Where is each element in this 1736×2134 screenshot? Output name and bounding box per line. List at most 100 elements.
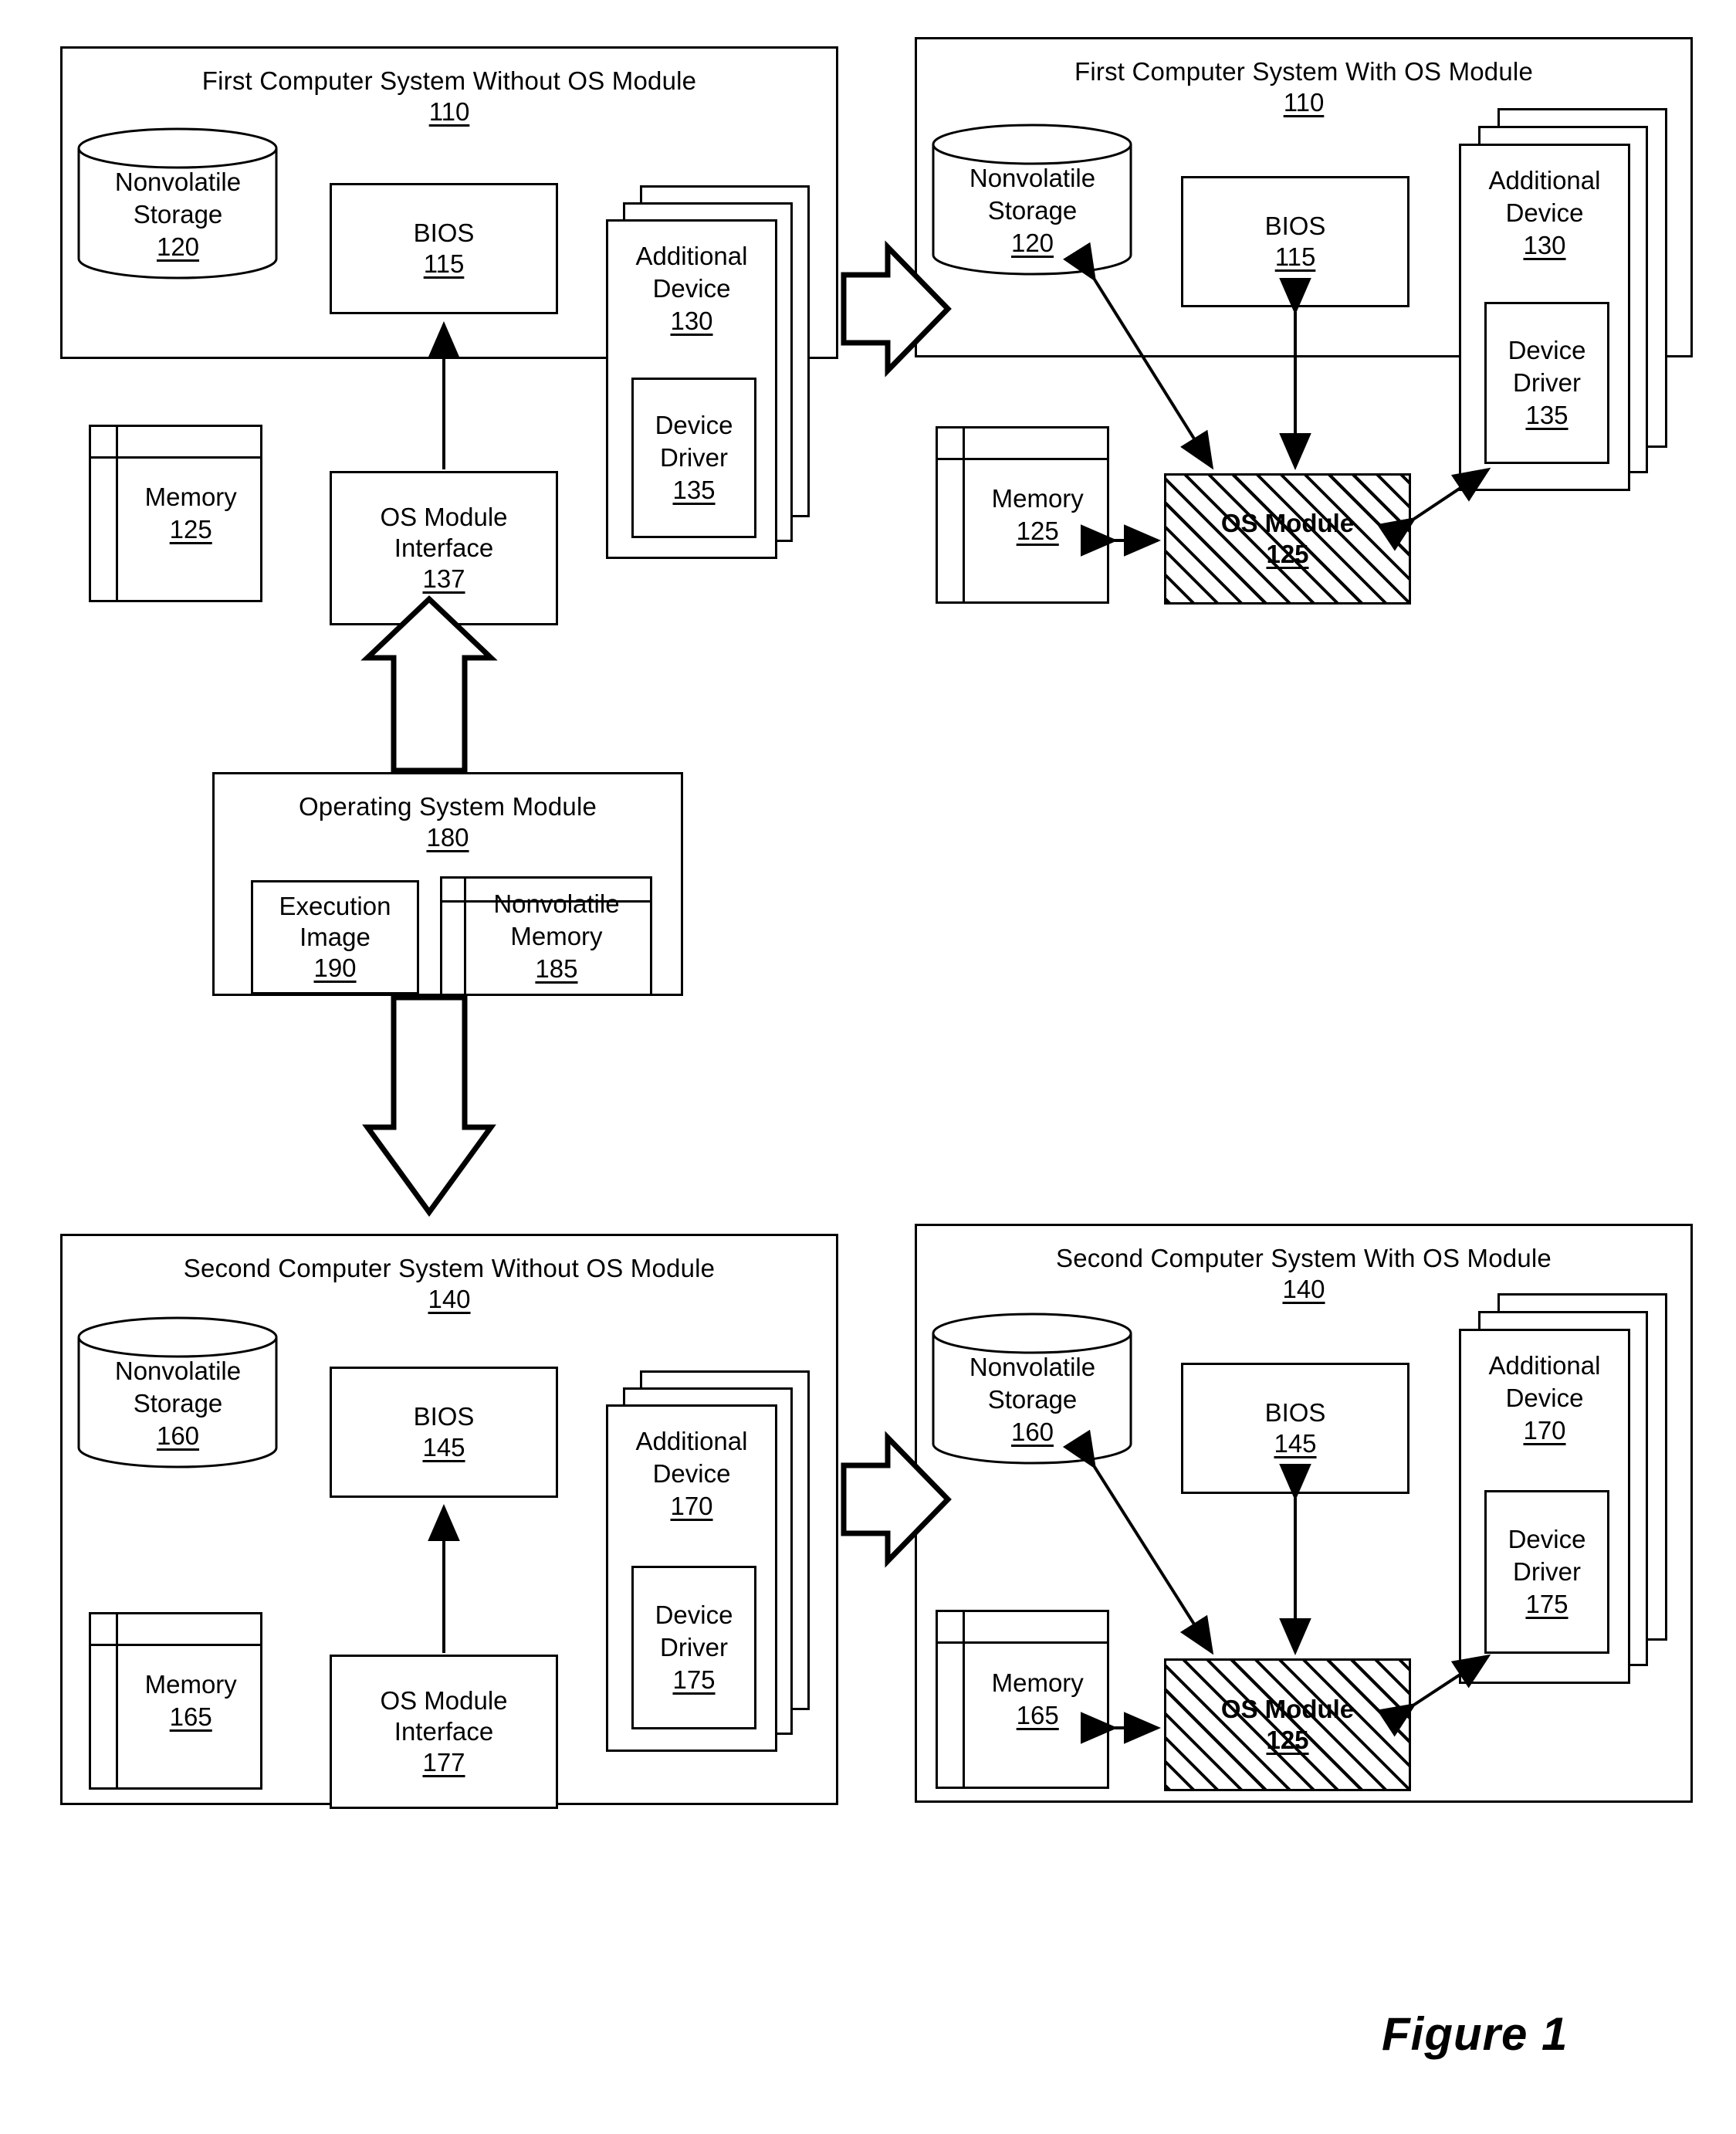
bios-label-second-with: BIOS [1264, 1398, 1326, 1427]
system-title-second-with: Second Computer System With OS Module [1056, 1244, 1552, 1272]
osm-number: 180 [426, 823, 469, 852]
driver-line1-first-without: Device [655, 411, 733, 439]
nonvolatile-memory-line1: Nonvolatile [493, 889, 620, 918]
memory-left-bar [116, 427, 118, 600]
system-title-second-without: Second Computer System Without OS Module [183, 1254, 716, 1282]
osmi-number-second-without: 177 [422, 1748, 465, 1777]
osmi-line2-first-without: Interface [394, 534, 494, 562]
os-module-interface-first-without: OS Module Interface 137 [330, 471, 558, 625]
block-arrow-osm-to-second-system [362, 994, 496, 1217]
device-line2-first-without: Device [652, 274, 731, 303]
driver-line2-first-without: Driver [660, 443, 728, 472]
os-module-number-second-with: 125 [1266, 1726, 1309, 1754]
nonvolatile-memory-line2: Memory [510, 921, 603, 950]
bios-number-first-with: 115 [1274, 242, 1316, 271]
os-module-label-second-with: OS Module [1220, 1695, 1355, 1723]
device-line1-second-without: Additional [635, 1427, 748, 1455]
memory-number-first-without: 125 [169, 515, 212, 544]
device-number-first-without: 130 [670, 307, 713, 335]
osmi-line1-first-without: OS Module [380, 503, 508, 531]
storage-line2-first-without: Storage [133, 200, 223, 229]
storage-line2-first-with: Storage [987, 196, 1078, 225]
osmi-line2-second-without: Interface [394, 1717, 494, 1746]
memory-left-bar [464, 879, 466, 994]
bios-label-first-with: BIOS [1264, 212, 1326, 240]
memory-left-bar [116, 1614, 118, 1787]
device-driver-box-first-without: Device Driver 135 [631, 378, 756, 538]
storage-number-first-with: 120 [1010, 229, 1054, 257]
figure-caption: Figure 1 [1382, 2008, 1568, 2060]
memory-number-second-with: 165 [1016, 1701, 1059, 1729]
bios-number-second-with: 145 [1274, 1429, 1317, 1458]
device-line2-second-with: Device [1505, 1384, 1584, 1412]
driver-number-second-without: 175 [672, 1665, 716, 1694]
additional-device-stack-first-without: Additional Device 130 Device Driver 135 [606, 185, 814, 564]
bios-number-second-without: 145 [422, 1433, 465, 1462]
device-line1-first-with: Additional [1488, 166, 1601, 195]
driver-number-second-with: 175 [1525, 1590, 1568, 1618]
device-line2-first-with: Device [1505, 198, 1584, 227]
additional-device-stack-second-with: Additional Device 170 Device Driver 175 [1459, 1293, 1675, 1687]
storage-line1-second-with: Nonvolatile [969, 1353, 1096, 1381]
osmi-number-first-without: 137 [422, 564, 465, 593]
bios-box-second-with: BIOS 145 [1181, 1363, 1409, 1494]
os-module-label-first-with: OS Module [1220, 509, 1355, 537]
device-number-first-with: 130 [1523, 231, 1566, 259]
storage-line1-second-without: Nonvolatile [114, 1357, 242, 1385]
storage-number-second-without: 160 [156, 1421, 200, 1450]
system-number-first-without: 110 [428, 97, 470, 126]
os-module-hatched-second-with: OS Module 125 [1164, 1658, 1411, 1791]
bios-label-first-without: BIOS [413, 218, 475, 247]
device-driver-box-second-without: Device Driver 175 [631, 1566, 756, 1729]
device-card-front: Additional Device 130 Device Driver 135 [1459, 144, 1630, 491]
bios-box-first-with: BIOS 115 [1181, 176, 1409, 307]
memory-chip-second-with: Memory 165 [936, 1610, 1109, 1789]
system-title-first-without: First Computer System Without OS Module [201, 66, 697, 95]
driver-line1-second-without: Device [655, 1600, 733, 1629]
memory-label-first-with: Memory [991, 484, 1084, 513]
device-line1-first-without: Additional [635, 242, 748, 270]
memory-label-first-without: Memory [144, 483, 237, 511]
driver-line1-second-with: Device [1508, 1525, 1586, 1553]
memory-number-first-with: 125 [1016, 517, 1059, 545]
device-card-front: Additional Device 170 Device Driver 175 [606, 1404, 777, 1752]
memory-left-bar [963, 1612, 965, 1787]
bios-box-first-without: BIOS 115 [330, 183, 558, 314]
device-driver-box-first-with: Device Driver 135 [1484, 302, 1609, 464]
memory-chip-second-without: Memory 165 [89, 1612, 262, 1790]
memory-label-second-with: Memory [991, 1668, 1084, 1697]
execution-image-box: Execution Image 190 [251, 880, 419, 994]
driver-line2-second-with: Driver [1513, 1557, 1581, 1586]
driver-line2-first-with: Driver [1513, 368, 1581, 397]
bios-number-first-without: 115 [423, 249, 465, 278]
osmi-line1-second-without: OS Module [380, 1686, 508, 1715]
execution-image-line2: Image [299, 923, 371, 951]
driver-line2-second-without: Driver [660, 1633, 728, 1661]
nonvolatile-storage-first-without: Nonvolatile Storage 120 [76, 127, 280, 282]
figure-canvas: First Computer System Without OS Module … [0, 0, 1736, 2134]
system-title-first-with: First Computer System With OS Module [1074, 57, 1533, 86]
device-line1-second-with: Additional [1488, 1351, 1601, 1380]
device-driver-box-second-with: Device Driver 175 [1484, 1490, 1609, 1654]
storage-line1-first-with: Nonvolatile [969, 164, 1096, 192]
os-module-hatched-first-with: OS Module 125 [1164, 473, 1411, 605]
storage-line1-first-without: Nonvolatile [114, 168, 242, 196]
bios-label-second-without: BIOS [413, 1402, 475, 1431]
memory-number-second-without: 165 [169, 1702, 212, 1731]
storage-line2-second-with: Storage [987, 1385, 1078, 1414]
memory-label-second-without: Memory [144, 1670, 237, 1699]
execution-image-line1: Execution [279, 892, 391, 920]
nonvolatile-storage-first-with: Nonvolatile Storage 120 [930, 124, 1135, 278]
storage-number-first-without: 120 [156, 232, 200, 261]
nonvolatile-memory-chip: Nonvolatile Memory 185 [440, 876, 652, 996]
memory-chip-first-without: Memory 125 [89, 425, 262, 602]
execution-image-number: 190 [313, 954, 357, 982]
bios-box-second-without: BIOS 145 [330, 1367, 558, 1498]
nonvolatile-memory-number: 185 [535, 954, 578, 983]
nonvolatile-storage-second-with: Nonvolatile Storage 160 [930, 1313, 1135, 1467]
device-number-second-without: 170 [670, 1492, 713, 1520]
os-module-number-first-with: 125 [1266, 540, 1309, 568]
device-card-front: Additional Device 170 Device Driver 175 [1459, 1329, 1630, 1684]
memory-left-bar [963, 428, 965, 601]
system-number-second-without: 140 [428, 1285, 471, 1313]
